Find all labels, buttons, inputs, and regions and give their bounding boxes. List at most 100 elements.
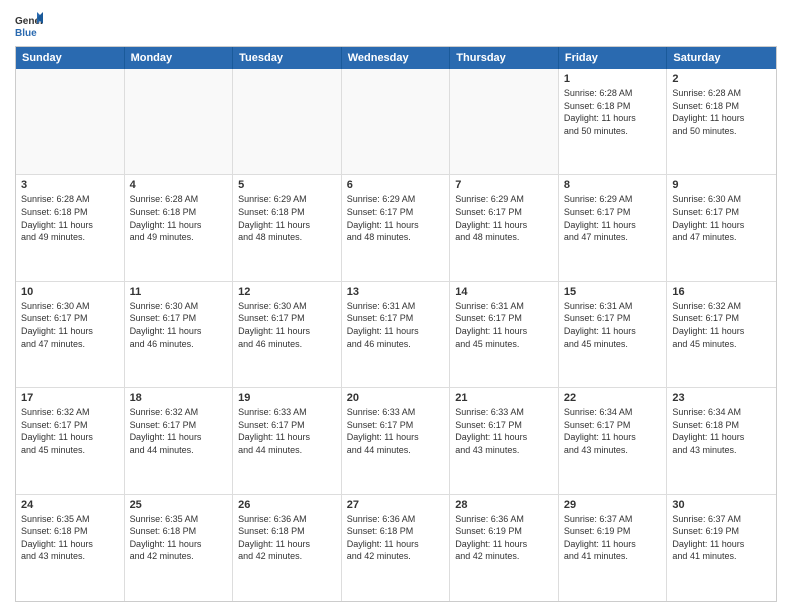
day-detail: Sunrise: 6:34 AM Sunset: 6:18 PM Dayligh… xyxy=(672,406,771,456)
day-number: 2 xyxy=(672,73,771,85)
day-cell-28: 28 Sunrise: 6:36 AM Sunset: 6:19 PM Dayli… xyxy=(450,495,559,601)
day-number: 1 xyxy=(564,73,662,85)
header-day-tuesday: Tuesday xyxy=(233,47,342,69)
day-number: 12 xyxy=(238,286,336,298)
day-cell-16: 16 Sunrise: 6:32 AM Sunset: 6:17 PM Dayli… xyxy=(667,282,776,387)
day-number: 7 xyxy=(455,179,553,191)
day-detail: Sunrise: 6:28 AM Sunset: 6:18 PM Dayligh… xyxy=(130,193,228,243)
day-cell-29: 29 Sunrise: 6:37 AM Sunset: 6:19 PM Dayli… xyxy=(559,495,668,601)
day-detail: Sunrise: 6:36 AM Sunset: 6:18 PM Dayligh… xyxy=(347,513,445,563)
day-number: 29 xyxy=(564,499,662,511)
day-number: 25 xyxy=(130,499,228,511)
day-detail: Sunrise: 6:30 AM Sunset: 6:17 PM Dayligh… xyxy=(238,300,336,350)
day-cell-13: 13 Sunrise: 6:31 AM Sunset: 6:17 PM Dayli… xyxy=(342,282,451,387)
day-detail: Sunrise: 6:33 AM Sunset: 6:17 PM Dayligh… xyxy=(347,406,445,456)
day-detail: Sunrise: 6:36 AM Sunset: 6:18 PM Dayligh… xyxy=(238,513,336,563)
day-detail: Sunrise: 6:30 AM Sunset: 6:17 PM Dayligh… xyxy=(21,300,119,350)
day-number: 19 xyxy=(238,392,336,404)
day-detail: Sunrise: 6:34 AM Sunset: 6:17 PM Dayligh… xyxy=(564,406,662,456)
header-day-thursday: Thursday xyxy=(450,47,559,69)
day-detail: Sunrise: 6:29 AM Sunset: 6:17 PM Dayligh… xyxy=(455,193,553,243)
calendar-header: SundayMondayTuesdayWednesdayThursdayFrid… xyxy=(16,47,776,69)
day-cell-24: 24 Sunrise: 6:35 AM Sunset: 6:18 PM Dayli… xyxy=(16,495,125,601)
day-cell-22: 22 Sunrise: 6:34 AM Sunset: 6:17 PM Dayli… xyxy=(559,388,668,493)
day-detail: Sunrise: 6:35 AM Sunset: 6:18 PM Dayligh… xyxy=(21,513,119,563)
calendar-week-1: 1 Sunrise: 6:28 AM Sunset: 6:18 PM Daylig… xyxy=(16,69,776,175)
day-cell-4: 4Sunrise: 6:28 AM Sunset: 6:18 PM Daylig… xyxy=(125,175,234,280)
day-cell-18: 18 Sunrise: 6:32 AM Sunset: 6:17 PM Dayli… xyxy=(125,388,234,493)
empty-cell xyxy=(125,69,234,174)
day-cell-12: 12 Sunrise: 6:30 AM Sunset: 6:17 PM Dayli… xyxy=(233,282,342,387)
day-detail: Sunrise: 6:35 AM Sunset: 6:18 PM Dayligh… xyxy=(130,513,228,563)
day-detail: Sunrise: 6:37 AM Sunset: 6:19 PM Dayligh… xyxy=(564,513,662,563)
day-detail: Sunrise: 6:29 AM Sunset: 6:17 PM Dayligh… xyxy=(347,193,445,243)
logo: General Blue xyxy=(15,10,47,38)
day-number: 20 xyxy=(347,392,445,404)
day-cell-6: 6Sunrise: 6:29 AM Sunset: 6:17 PM Daylig… xyxy=(342,175,451,280)
day-cell-8: 8Sunrise: 6:29 AM Sunset: 6:17 PM Daylig… xyxy=(559,175,668,280)
day-number: 5 xyxy=(238,179,336,191)
day-number: 22 xyxy=(564,392,662,404)
day-detail: Sunrise: 6:31 AM Sunset: 6:17 PM Dayligh… xyxy=(455,300,553,350)
empty-cell xyxy=(450,69,559,174)
day-detail: Sunrise: 6:36 AM Sunset: 6:19 PM Dayligh… xyxy=(455,513,553,563)
day-detail: Sunrise: 6:33 AM Sunset: 6:17 PM Dayligh… xyxy=(455,406,553,456)
day-detail: Sunrise: 6:37 AM Sunset: 6:19 PM Dayligh… xyxy=(672,513,771,563)
day-cell-14: 14 Sunrise: 6:31 AM Sunset: 6:17 PM Dayli… xyxy=(450,282,559,387)
header-day-wednesday: Wednesday xyxy=(342,47,451,69)
header-day-saturday: Saturday xyxy=(667,47,776,69)
day-number: 16 xyxy=(672,286,771,298)
day-number: 28 xyxy=(455,499,553,511)
day-cell-1: 1 Sunrise: 6:28 AM Sunset: 6:18 PM Daylig… xyxy=(559,69,668,174)
day-cell-30: 30Sunrise: 6:37 AM Sunset: 6:19 PM Dayli… xyxy=(667,495,776,601)
day-number: 23 xyxy=(672,392,771,404)
day-cell-7: 7 Sunrise: 6:29 AM Sunset: 6:17 PM Daylig… xyxy=(450,175,559,280)
day-detail: Sunrise: 6:31 AM Sunset: 6:17 PM Dayligh… xyxy=(347,300,445,350)
day-detail: Sunrise: 6:29 AM Sunset: 6:18 PM Dayligh… xyxy=(238,193,336,243)
day-number: 27 xyxy=(347,499,445,511)
day-number: 10 xyxy=(21,286,119,298)
day-cell-23: 23 Sunrise: 6:34 AM Sunset: 6:18 PM Dayli… xyxy=(667,388,776,493)
empty-cell xyxy=(342,69,451,174)
day-cell-15: 15 Sunrise: 6:31 AM Sunset: 6:17 PM Dayli… xyxy=(559,282,668,387)
calendar-week-4: 17Sunrise: 6:32 AM Sunset: 6:17 PM Dayli… xyxy=(16,388,776,494)
day-number: 21 xyxy=(455,392,553,404)
day-detail: Sunrise: 6:28 AM Sunset: 6:18 PM Dayligh… xyxy=(564,87,662,137)
header-day-monday: Monday xyxy=(125,47,234,69)
day-cell-2: 2 Sunrise: 6:28 AM Sunset: 6:18 PM Daylig… xyxy=(667,69,776,174)
day-detail: Sunrise: 6:28 AM Sunset: 6:18 PM Dayligh… xyxy=(672,87,771,137)
header-day-friday: Friday xyxy=(559,47,668,69)
day-number: 11 xyxy=(130,286,228,298)
day-cell-21: 21 Sunrise: 6:33 AM Sunset: 6:17 PM Dayli… xyxy=(450,388,559,493)
day-detail: Sunrise: 6:31 AM Sunset: 6:17 PM Dayligh… xyxy=(564,300,662,350)
day-number: 14 xyxy=(455,286,553,298)
day-cell-5: 5 Sunrise: 6:29 AM Sunset: 6:18 PM Daylig… xyxy=(233,175,342,280)
calendar-week-2: 3 Sunrise: 6:28 AM Sunset: 6:18 PM Daylig… xyxy=(16,175,776,281)
day-number: 18 xyxy=(130,392,228,404)
calendar: SundayMondayTuesdayWednesdayThursdayFrid… xyxy=(15,46,777,602)
day-cell-11: 11 Sunrise: 6:30 AM Sunset: 6:17 PM Dayli… xyxy=(125,282,234,387)
day-number: 26 xyxy=(238,499,336,511)
day-cell-26: 26 Sunrise: 6:36 AM Sunset: 6:18 PM Dayli… xyxy=(233,495,342,601)
svg-text:Blue: Blue xyxy=(15,28,37,38)
day-number: 13 xyxy=(347,286,445,298)
day-detail: Sunrise: 6:30 AM Sunset: 6:17 PM Dayligh… xyxy=(672,193,771,243)
day-number: 15 xyxy=(564,286,662,298)
day-cell-17: 17Sunrise: 6:32 AM Sunset: 6:17 PM Dayli… xyxy=(16,388,125,493)
header-day-sunday: Sunday xyxy=(16,47,125,69)
empty-cell xyxy=(16,69,125,174)
day-cell-27: 27 Sunrise: 6:36 AM Sunset: 6:18 PM Dayli… xyxy=(342,495,451,601)
day-cell-10: 10 Sunrise: 6:30 AM Sunset: 6:17 PM Dayli… xyxy=(16,282,125,387)
day-detail: Sunrise: 6:32 AM Sunset: 6:17 PM Dayligh… xyxy=(672,300,771,350)
day-cell-19: 19Sunrise: 6:33 AM Sunset: 6:17 PM Dayli… xyxy=(233,388,342,493)
logo-icon: General Blue xyxy=(15,10,43,38)
day-number: 3 xyxy=(21,179,119,191)
calendar-week-5: 24 Sunrise: 6:35 AM Sunset: 6:18 PM Dayli… xyxy=(16,495,776,601)
day-cell-9: 9Sunrise: 6:30 AM Sunset: 6:17 PM Daylig… xyxy=(667,175,776,280)
day-number: 24 xyxy=(21,499,119,511)
day-detail: Sunrise: 6:28 AM Sunset: 6:18 PM Dayligh… xyxy=(21,193,119,243)
day-detail: Sunrise: 6:30 AM Sunset: 6:17 PM Dayligh… xyxy=(130,300,228,350)
day-detail: Sunrise: 6:32 AM Sunset: 6:17 PM Dayligh… xyxy=(130,406,228,456)
page-header: General Blue xyxy=(15,10,777,38)
day-detail: Sunrise: 6:32 AM Sunset: 6:17 PM Dayligh… xyxy=(21,406,119,456)
